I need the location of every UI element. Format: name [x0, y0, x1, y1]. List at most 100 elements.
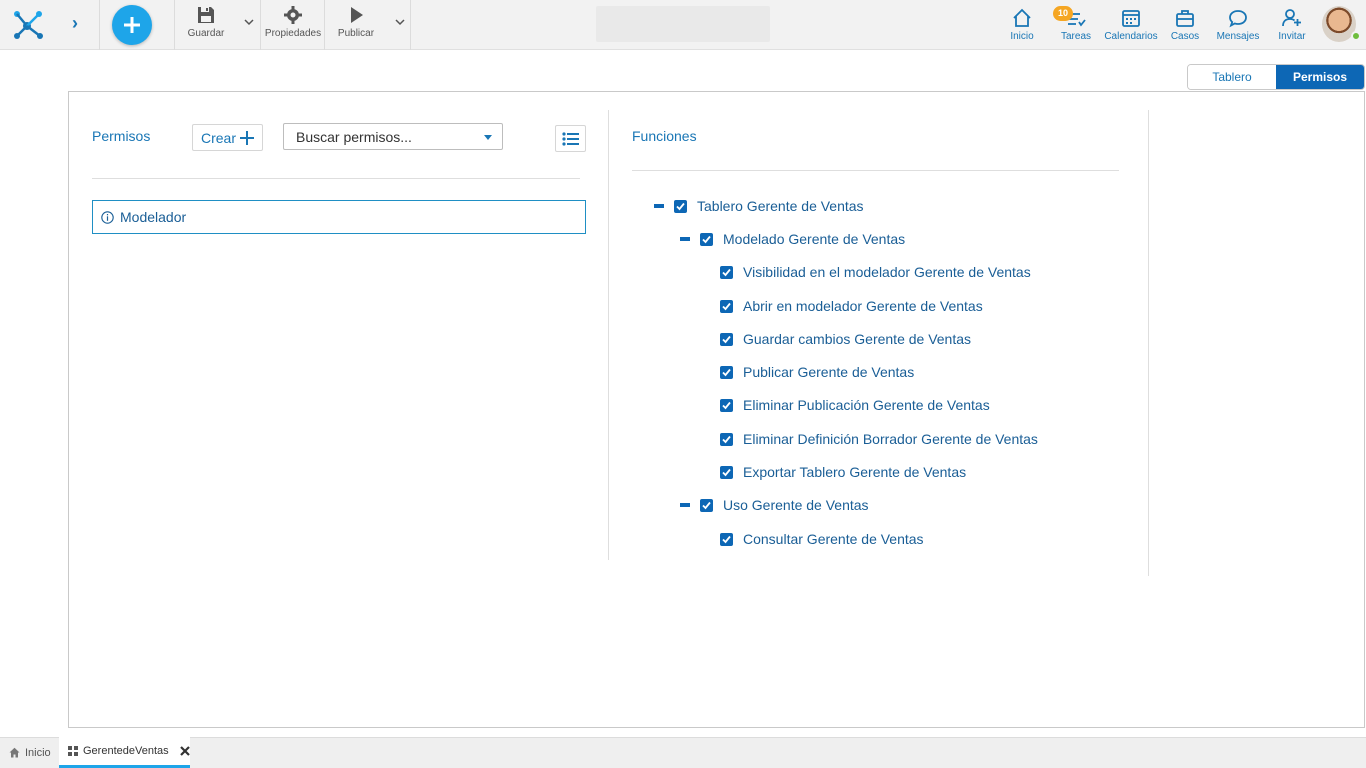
publish-button[interactable]: Publicar [336, 6, 376, 46]
tree-node-label: Exportar Tablero Gerente de Ventas [743, 464, 967, 480]
collapse-icon[interactable] [654, 204, 664, 208]
checkbox[interactable] [720, 465, 733, 479]
properties-label: Propiedades [264, 28, 322, 39]
bottom-tab-current[interactable]: GerentedeVentas [59, 737, 190, 768]
nav-tasks-label: Tareas [1060, 31, 1091, 42]
nav-home[interactable]: Inicio [1006, 8, 1038, 44]
tasks-count-badge: 10 [1053, 6, 1074, 21]
tree-node-label: Modelado Gerente de Ventas [723, 231, 906, 247]
add-user-icon [1282, 9, 1301, 27]
briefcase-icon [1176, 10, 1194, 27]
chevron-down-icon[interactable] [243, 16, 255, 28]
tree-node: Publicar Gerente de Ventas [720, 363, 914, 381]
nav-calendars[interactable]: Calendarios [1103, 8, 1159, 44]
check-icon [722, 468, 731, 476]
chevron-right-icon[interactable]: › [64, 12, 86, 34]
tree-node: Tablero Gerente de Ventas [654, 197, 864, 215]
floppy-disk-icon [198, 7, 214, 23]
checkbox[interactable] [720, 365, 733, 379]
tree-node: Guardar cambios Gerente de Ventas [720, 330, 971, 348]
toolbar-divider [324, 0, 325, 50]
column-divider [608, 110, 609, 560]
tree-node: Abrir en modelador Gerente de Ventas [720, 297, 983, 315]
check-icon [702, 501, 711, 509]
check-icon [722, 435, 731, 443]
tree-node: Exportar Tablero Gerente de Ventas [720, 463, 966, 481]
create-permission-button[interactable]: Crear [192, 124, 263, 151]
home-icon [1013, 8, 1031, 27]
nav-home-label: Inicio [1010, 31, 1034, 42]
tree-node-label: Visibilidad en el modelador Gerente de V… [743, 264, 1031, 280]
tree-node: Visibilidad en el modelador Gerente de V… [720, 263, 1031, 281]
checkbox[interactable] [674, 199, 687, 213]
tree-node-label: Tablero Gerente de Ventas [697, 198, 864, 214]
tab-dashboard[interactable]: Tablero [1188, 65, 1276, 89]
check-icon [722, 268, 731, 276]
main-panel [68, 91, 1365, 728]
check-icon [722, 535, 731, 543]
toolbar-divider [410, 0, 411, 50]
checkbox[interactable] [700, 232, 713, 246]
tree-node: Uso Gerente de Ventas [680, 496, 869, 514]
nav-cases[interactable]: Casos [1168, 8, 1202, 44]
nav-cases-label: Casos [1170, 31, 1200, 42]
tree-node-label: Guardar cambios Gerente de Ventas [743, 331, 972, 347]
online-status-icon [1351, 31, 1361, 41]
checkbox[interactable] [700, 498, 713, 512]
calendar-icon [1122, 10, 1140, 27]
nav-messages[interactable]: Mensajes [1216, 8, 1260, 44]
list-item[interactable]: Modelador [92, 200, 586, 234]
top-toolbar: › Guardar Propiedades Publicar Inicio Ta… [0, 0, 1366, 50]
bottom-tab-bar [0, 737, 1366, 768]
column-divider [1148, 110, 1149, 576]
checkbox[interactable] [720, 299, 733, 313]
check-icon [722, 302, 731, 310]
play-icon [351, 7, 363, 23]
checkbox[interactable] [720, 265, 733, 279]
check-icon [702, 235, 711, 243]
properties-button[interactable]: Propiedades [264, 6, 322, 46]
checkbox[interactable] [720, 432, 733, 446]
home-icon [9, 747, 20, 758]
list-view-button[interactable] [555, 125, 586, 152]
checkbox[interactable] [720, 332, 733, 346]
permissions-title: Permisos [92, 128, 151, 144]
checkbox[interactable] [720, 398, 733, 412]
collapse-icon[interactable] [680, 503, 690, 507]
tree-node: Consultar Gerente de Ventas [720, 530, 924, 548]
close-icon[interactable] [179, 746, 190, 756]
checkbox[interactable] [720, 532, 733, 546]
bottom-tab-home[interactable]: Inicio [0, 737, 58, 768]
tree-node: Modelado Gerente de Ventas [680, 230, 905, 248]
divider [92, 178, 580, 179]
permission-search-select[interactable]: Buscar permisos... [283, 123, 503, 150]
gear-icon [284, 6, 302, 24]
save-button[interactable]: Guardar [188, 6, 224, 46]
tree-node-label: Consultar Gerente de Ventas [743, 531, 924, 547]
app-logo-icon[interactable] [8, 6, 48, 42]
global-search-box[interactable] [596, 6, 770, 42]
add-button[interactable] [112, 5, 152, 45]
collapse-icon[interactable] [680, 237, 690, 241]
tree-node-label: Uso Gerente de Ventas [723, 497, 869, 513]
info-icon [101, 210, 114, 224]
caret-down-icon [484, 135, 492, 140]
chevron-down-icon[interactable] [394, 16, 406, 28]
tree-node-label: Publicar Gerente de Ventas [743, 364, 915, 380]
nav-invite[interactable]: Invitar [1276, 8, 1308, 44]
create-label: Crear [200, 129, 236, 146]
tab-permissions[interactable]: Permisos [1276, 65, 1364, 89]
dashboard-grid-icon [68, 746, 78, 756]
check-icon [722, 368, 731, 376]
toolbar-divider [174, 0, 175, 50]
permission-search-placeholder: Buscar permisos... [296, 128, 412, 145]
tree-node: Eliminar Publicación Gerente de Ventas [720, 396, 990, 414]
permission-name: Modelador [120, 209, 187, 225]
plus-icon [124, 17, 140, 33]
tree-node-label: Eliminar Definición Borrador Gerente de … [743, 431, 1038, 447]
save-label: Guardar [187, 28, 225, 39]
tree-node-label: Abrir en modelador Gerente de Ventas [743, 298, 983, 314]
check-icon [676, 202, 685, 210]
divider [632, 170, 1119, 171]
nav-messages-label: Mensajes [1216, 31, 1260, 42]
